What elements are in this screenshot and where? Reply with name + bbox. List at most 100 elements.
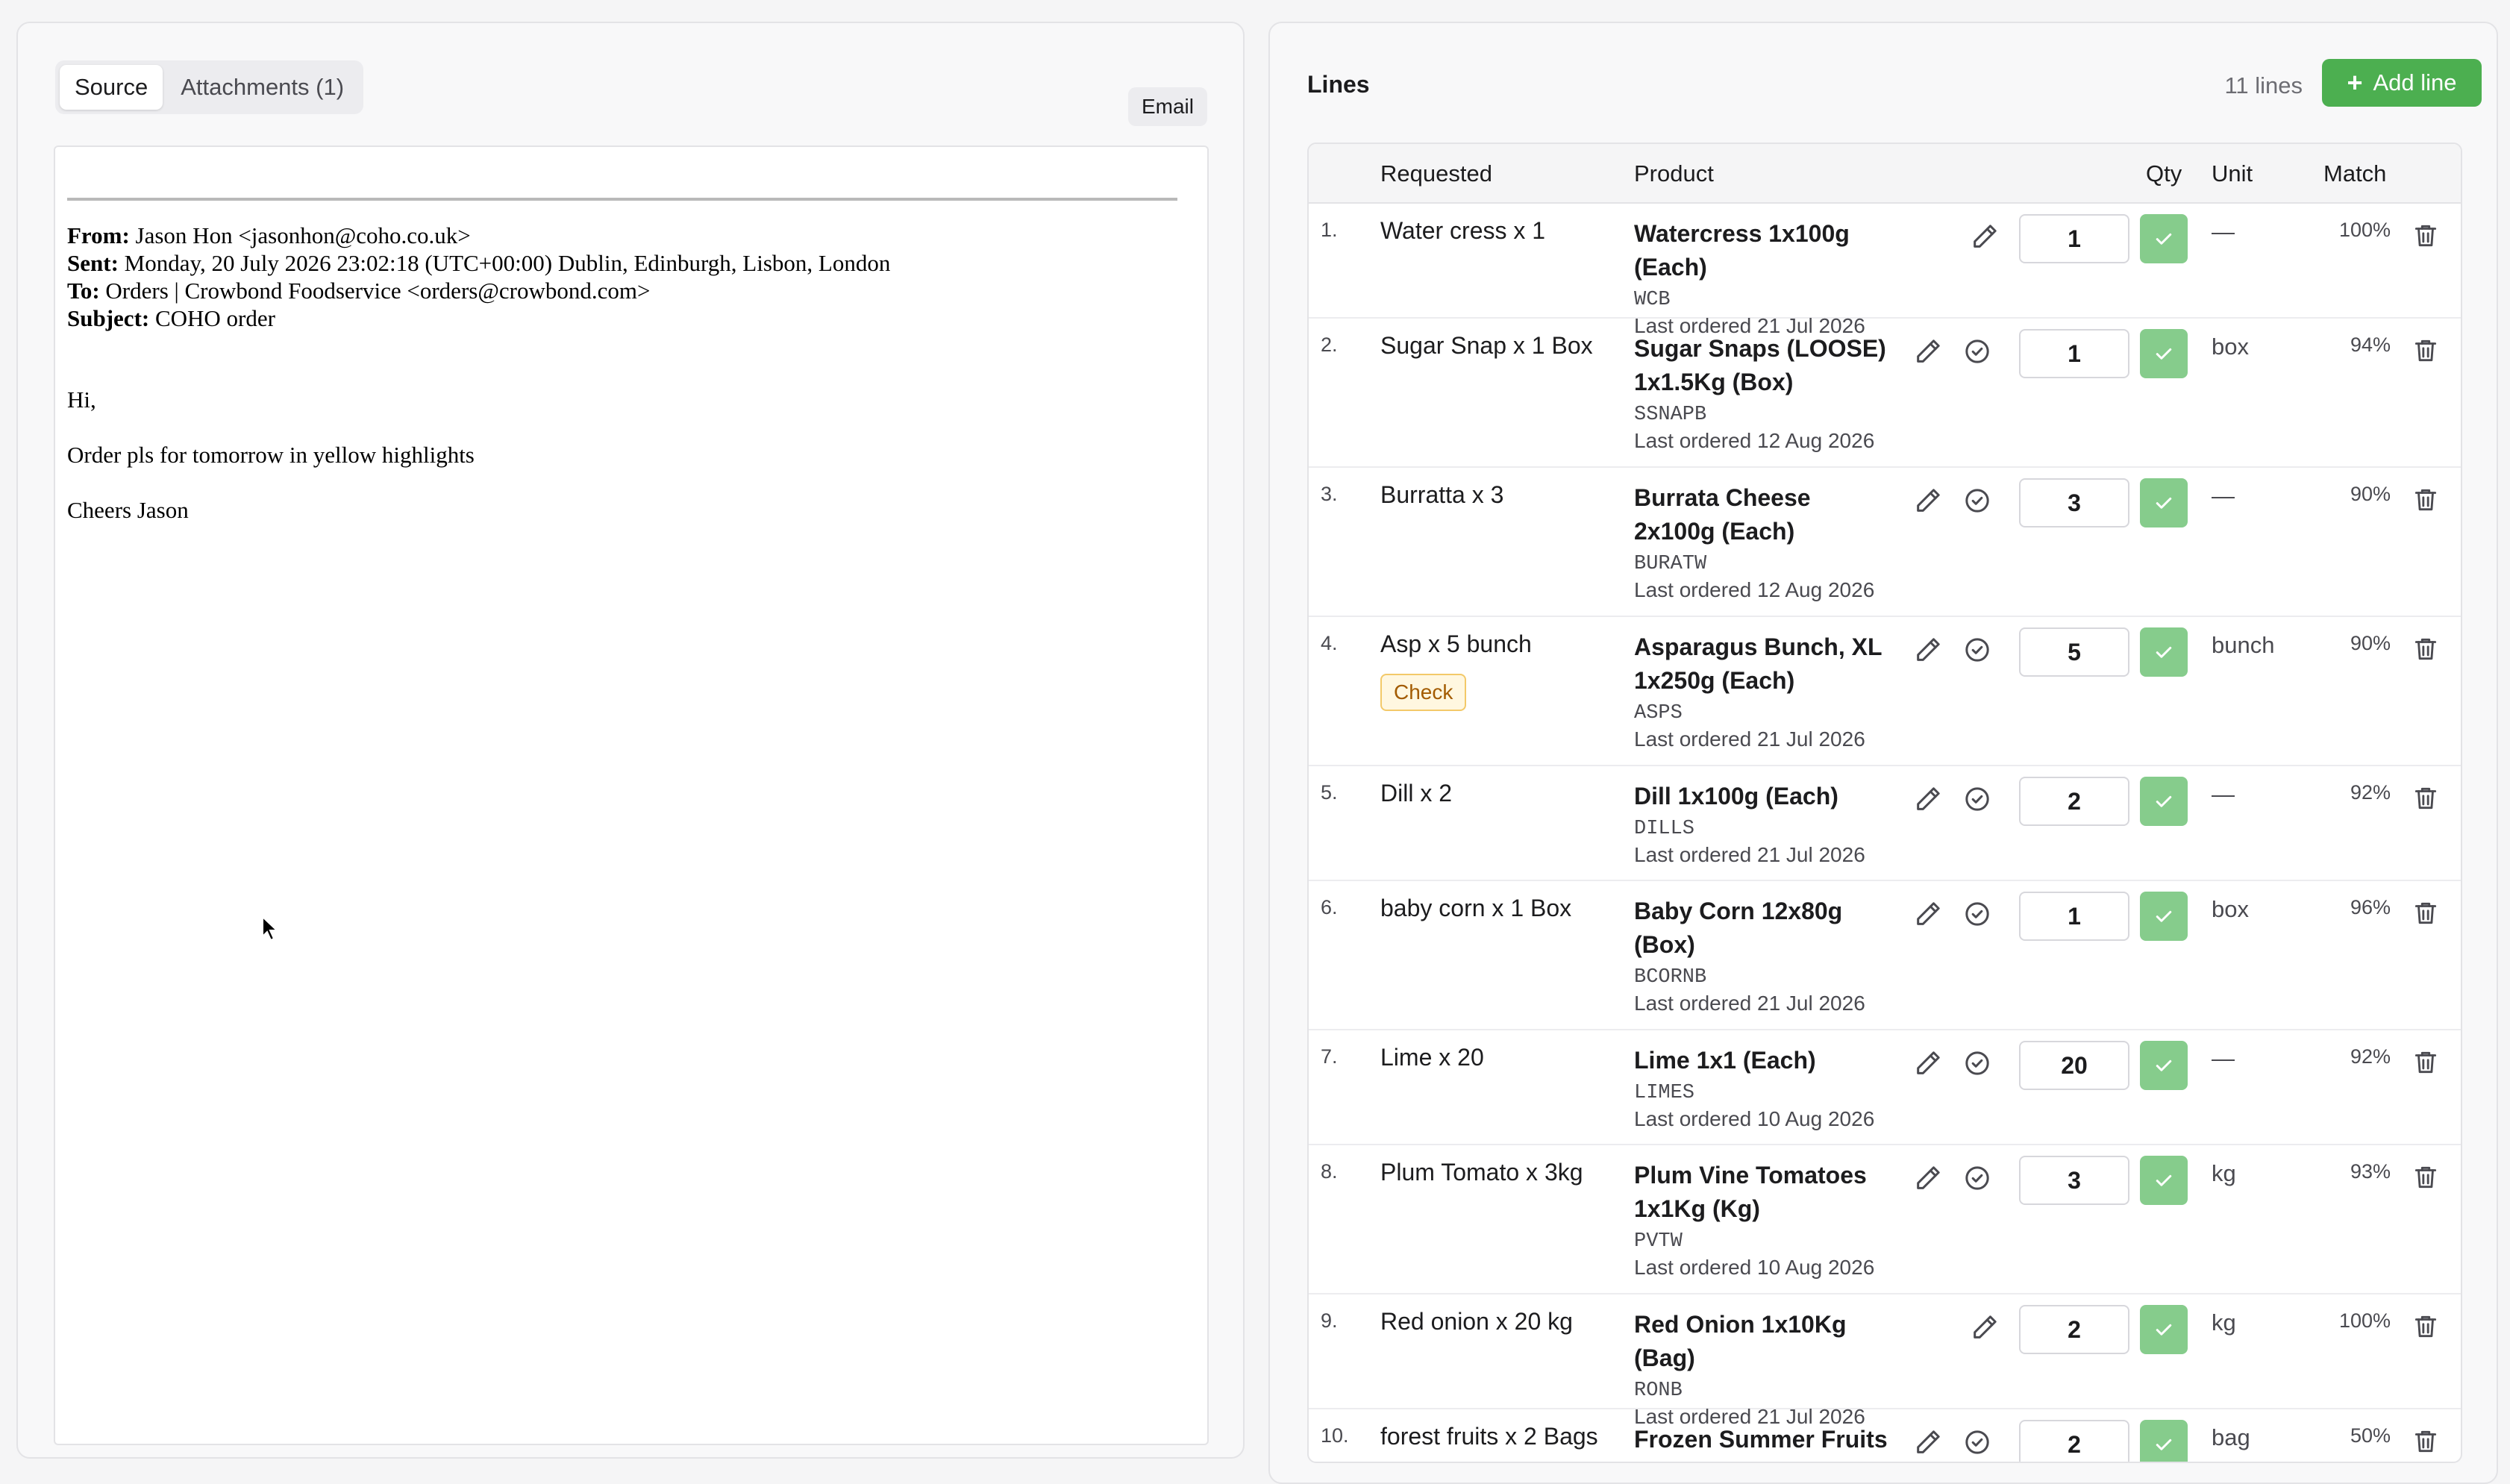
confirm-button[interactable] (2140, 1305, 2188, 1354)
trash-icon[interactable] (2412, 899, 2440, 929)
requested-text: Water cress x 1 (1380, 217, 1546, 244)
check-icon (2153, 1054, 2175, 1077)
quantity-input[interactable]: 1 (2019, 329, 2129, 378)
unit-value: — (2212, 781, 2235, 807)
add-line-button[interactable]: + Add line (2322, 59, 2482, 107)
lines-panel: Lines 11 lines + Add line Requested Prod… (1268, 22, 2498, 1484)
quantity-input[interactable]: 1 (2019, 214, 2129, 263)
email-body-line: Hi, (67, 386, 96, 413)
product-code: LIMES (1634, 1082, 1695, 1104)
tab-attachments[interactable]: Attachments (1) (166, 65, 359, 110)
quantity-input[interactable]: 3 (2019, 478, 2129, 527)
tab-source[interactable]: Source (60, 65, 163, 110)
match-percent: 96% (2350, 896, 2391, 918)
lines-count: 11 lines (2224, 72, 2303, 98)
col-requested: Requested (1380, 160, 1492, 187)
trash-icon[interactable] (2412, 1312, 2440, 1342)
pencil-icon[interactable] (1913, 486, 1943, 516)
pencil-icon[interactable] (1913, 1427, 1943, 1457)
trash-icon[interactable] (2412, 486, 2440, 516)
cursor-icon (262, 915, 279, 942)
trash-icon[interactable] (2412, 1427, 2440, 1457)
circle-check-icon[interactable] (1962, 784, 1992, 814)
circle-check-icon[interactable] (1962, 1163, 1992, 1193)
circle-check-icon[interactable] (1962, 1048, 1992, 1078)
circle-check-icon[interactable] (1962, 336, 1992, 366)
confirm-button[interactable] (2140, 329, 2188, 378)
confirm-button[interactable] (2140, 627, 2188, 677)
confirm-button[interactable] (2140, 892, 2188, 941)
quantity-input[interactable]: 1 (2019, 892, 2129, 941)
unit-value: kg (2212, 1160, 2236, 1186)
confirm-button[interactable] (2140, 777, 2188, 826)
quantity-input[interactable]: 3 (2019, 1156, 2129, 1205)
confirm-button[interactable] (2140, 1420, 2188, 1462)
pencil-icon[interactable] (1913, 1048, 1943, 1078)
check-icon (2153, 1433, 2175, 1456)
product-name: Watercress 1x100g (Each) (1634, 220, 1850, 281)
product-name: Frozen Summer Fruits (1634, 1426, 1888, 1453)
trash-icon[interactable] (2412, 1048, 2440, 1078)
trash-icon[interactable] (2412, 1163, 2440, 1193)
product-name: Sugar Snaps (LOOSE) 1x1.5Kg (Box) (1634, 335, 1886, 395)
trash-icon[interactable] (2412, 222, 2440, 251)
table-row: 8. Plum Tomato x 3kg Plum Vine Tomatoes 1x… (1309, 1145, 2461, 1294)
quantity-input[interactable]: 5 (2019, 627, 2129, 677)
table-row: 1. Water cress x 1 Watercress 1x100g (Each… (1309, 204, 2461, 337)
confirm-button[interactable] (2140, 214, 2188, 263)
confirm-button[interactable] (2140, 1041, 2188, 1090)
product-name: Burrata Cheese 2x100g (Each) (1634, 484, 1811, 545)
table-row: 2. Sugar Snap x 1 Box Sugar Snaps (LOOSE) … (1309, 319, 2461, 468)
pencil-icon[interactable] (1913, 635, 1943, 665)
table-body: 1. Water cress x 1 Watercress 1x100g (Each… (1309, 204, 2461, 1462)
pencil-icon[interactable] (1913, 336, 1943, 366)
requested-text: Dill x 2 (1380, 780, 1453, 807)
row-number: 6. (1321, 896, 1338, 918)
unit-value: — (2212, 483, 2235, 509)
email-viewer[interactable]: From: Jason Hon <jasonhon@coho.co.uk> Se… (54, 145, 1209, 1445)
circle-check-icon[interactable] (1962, 1427, 1992, 1457)
row-number: 1. (1321, 219, 1338, 241)
circle-check-icon[interactable] (1962, 635, 1992, 665)
quantity-input[interactable]: 20 (2019, 1041, 2129, 1090)
pencil-icon[interactable] (1970, 222, 2000, 251)
check-badge[interactable]: Check (1380, 674, 1467, 711)
pencil-icon[interactable] (1913, 899, 1943, 929)
product-cell: Baby Corn 12x80g (Box) BCORNB Last ordered… (1634, 895, 1895, 1015)
last-ordered: Last ordered 21 Jul 2026 (1634, 843, 1865, 866)
col-product: Product (1634, 160, 1714, 187)
trash-icon[interactable] (2412, 784, 2440, 814)
email-sent: Sent: Monday, 20 July 2026 23:02:18 (UTC… (67, 250, 891, 276)
lines-table: Requested Product Qty Unit Match 1. Water… (1307, 143, 2462, 1463)
quantity-input[interactable]: 2 (2019, 1420, 2129, 1462)
check-icon (2153, 1318, 2175, 1341)
lines-title: Lines (1307, 71, 1370, 98)
last-ordered: Last ordered 12 Aug 2026 (1634, 429, 1875, 452)
unit-value: — (2212, 219, 2235, 245)
quantity-input[interactable]: 2 (2019, 1305, 2129, 1354)
trash-icon[interactable] (2412, 336, 2440, 366)
circle-check-icon[interactable] (1962, 486, 1992, 516)
last-ordered: Last ordered 21 Jul 2026 (1634, 992, 1865, 1015)
check-icon (2153, 492, 2175, 514)
trash-icon[interactable] (2412, 635, 2440, 665)
requested-text: Red onion x 20 kg (1380, 1308, 1573, 1335)
product-cell: Frozen Summer Fruits (1634, 1423, 1895, 1456)
table-row: 4. Asp x 5 bunch Check Asparagus Bunch, XL … (1309, 617, 2461, 766)
product-code: BCORNB (1634, 966, 1707, 989)
requested-text: forest fruits x 2 Bags (1380, 1423, 1598, 1450)
pencil-icon[interactable] (1970, 1312, 2000, 1342)
row-number: 5. (1321, 781, 1338, 804)
circle-check-icon[interactable] (1962, 899, 1992, 929)
email-to: To: Orders | Crowbond Foodservice <order… (67, 278, 651, 304)
product-name: Red Onion 1x10Kg (Bag) (1634, 1311, 1847, 1371)
row-number: 8. (1321, 1160, 1338, 1183)
table-row: 3. Burratta x 3 Burrata Cheese 2x100g (Eac… (1309, 468, 2461, 617)
pencil-icon[interactable] (1913, 784, 1943, 814)
quantity-input[interactable]: 2 (2019, 777, 2129, 826)
confirm-button[interactable] (2140, 478, 2188, 527)
product-cell: Sugar Snaps (LOOSE) 1x1.5Kg (Box) SSNAPB L… (1634, 332, 1895, 453)
pencil-icon[interactable] (1913, 1163, 1943, 1193)
confirm-button[interactable] (2140, 1156, 2188, 1205)
product-cell: Lime 1x1 (Each) LIMES Last ordered 10 Aug … (1634, 1044, 1895, 1131)
